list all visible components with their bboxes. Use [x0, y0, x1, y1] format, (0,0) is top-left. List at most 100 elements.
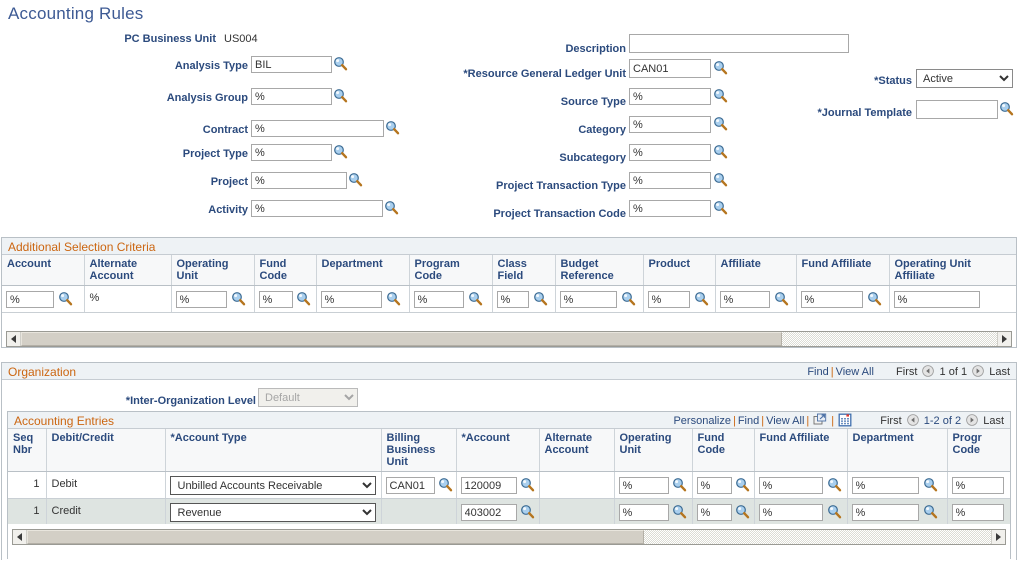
lookup-ae-operating-unit-icon[interactable]	[672, 477, 687, 492]
lookup-ae-department-icon[interactable]	[923, 504, 938, 519]
input-analysis-group[interactable]	[251, 88, 332, 105]
input-activity[interactable]	[251, 200, 383, 217]
lookup-analysis-group-icon[interactable]	[333, 88, 348, 103]
input-criteria-budget-reference[interactable]	[559, 291, 617, 308]
lookup-category-icon[interactable]	[713, 116, 728, 131]
hscroll-left-button[interactable]	[13, 530, 27, 544]
hscroll-right-button[interactable]	[997, 332, 1011, 346]
lookup-criteria-class-field-icon[interactable]	[533, 291, 548, 306]
lookup-ae-account-icon[interactable]	[520, 504, 535, 519]
lookup-ae-department-icon[interactable]	[923, 477, 938, 492]
input-analysis-type[interactable]	[251, 56, 332, 73]
hscroll-thumb[interactable]	[27, 530, 644, 544]
input-criteria-product[interactable]	[647, 291, 690, 308]
lookup-criteria-product-icon[interactable]	[694, 291, 709, 306]
input-criteria-affiliate[interactable]	[719, 291, 770, 308]
input-ae-department[interactable]	[851, 477, 919, 494]
accounting-entries-last-label[interactable]: Last	[983, 415, 1004, 427]
lookup-criteria-budget-reference-icon[interactable]	[621, 291, 636, 306]
organization-first-label[interactable]: First	[896, 366, 917, 378]
input-ae-program-code[interactable]	[951, 504, 1004, 521]
lookup-journal-template-icon[interactable]	[999, 101, 1014, 116]
lookup-project-transaction-code-icon[interactable]	[713, 200, 728, 215]
input-ae-fund-code[interactable]	[696, 477, 732, 494]
lookup-analysis-type-icon[interactable]	[333, 56, 348, 71]
hscroll-left-button[interactable]	[7, 332, 21, 346]
lookup-ae-account-icon[interactable]	[520, 477, 535, 492]
additional-criteria-hscrollbar[interactable]	[6, 331, 1012, 347]
lookup-criteria-program-code-icon[interactable]	[468, 291, 483, 306]
input-criteria-fund-affiliate[interactable]	[800, 291, 863, 308]
accounting-entries-hscrollbar[interactable]	[12, 529, 1006, 545]
lookup-ae-fund-affiliate-icon[interactable]	[827, 477, 842, 492]
input-ae-fund-affiliate[interactable]	[758, 504, 823, 521]
download-spreadsheet-icon[interactable]	[838, 413, 852, 427]
input-project-type[interactable]	[251, 144, 332, 161]
input-ae-account[interactable]	[460, 504, 517, 521]
input-description[interactable]	[629, 34, 849, 53]
lookup-project-type-icon[interactable]	[333, 144, 348, 159]
lookup-ae-fund-affiliate-icon[interactable]	[827, 504, 842, 519]
accounting-entries-first-label[interactable]: First	[880, 415, 901, 427]
accounting-entries-next-icon[interactable]	[966, 414, 978, 426]
lookup-subcategory-icon[interactable]	[713, 144, 728, 159]
organization-view-all-link[interactable]: View All	[836, 366, 874, 378]
input-source-type[interactable]	[629, 88, 711, 105]
lookup-project-transaction-type-icon[interactable]	[713, 172, 728, 187]
lookup-criteria-department-icon[interactable]	[386, 291, 401, 306]
input-contract[interactable]	[251, 120, 384, 137]
accounting-entries-prev-icon[interactable]	[906, 414, 919, 426]
select-inter-organization-level[interactable]: Default	[258, 388, 358, 407]
lookup-activity-icon[interactable]	[384, 200, 399, 215]
organization-find-link[interactable]: Find	[807, 366, 828, 378]
input-ae-account[interactable]	[460, 477, 517, 494]
input-criteria-operating-unit[interactable]	[175, 291, 227, 308]
input-criteria-program-code[interactable]	[413, 291, 464, 308]
lookup-source-type-icon[interactable]	[713, 88, 728, 103]
input-journal-template[interactable]	[916, 100, 998, 119]
lookup-criteria-affiliate-icon[interactable]	[774, 291, 789, 306]
lookup-ae-operating-unit-icon[interactable]	[672, 504, 687, 519]
select-status[interactable]: ActiveInactive	[916, 69, 1013, 88]
input-criteria-class-field[interactable]	[496, 291, 529, 308]
input-ae-operating-unit[interactable]	[618, 504, 669, 521]
lookup-criteria-fund-code-icon[interactable]	[296, 291, 311, 306]
hscroll-right-button[interactable]	[991, 530, 1005, 544]
input-project[interactable]	[251, 172, 347, 189]
accounting-entries-find-link[interactable]: Find	[738, 415, 759, 427]
select-account-type[interactable]: Unbilled Accounts ReceivableRevenue	[169, 503, 376, 522]
lookup-ae-fund-code-icon[interactable]	[735, 477, 750, 492]
input-billing-business-unit[interactable]	[385, 477, 435, 494]
lookup-criteria-operating-unit-icon[interactable]	[231, 291, 246, 306]
accounting-entries-page-counter[interactable]: 1-2 of 2	[924, 415, 961, 427]
select-account-type[interactable]: Unbilled Accounts ReceivableRevenue	[169, 476, 376, 495]
accounting-entries-personalize-link[interactable]: Personalize	[673, 415, 730, 427]
input-criteria-account[interactable]	[6, 291, 54, 308]
input-criteria-department[interactable]	[320, 291, 382, 308]
input-resource-general-ledger-unit[interactable]	[629, 59, 711, 78]
lookup-project-icon[interactable]	[348, 172, 363, 187]
lookup-contract-icon[interactable]	[385, 120, 400, 135]
input-project-transaction-code[interactable]	[629, 200, 711, 217]
input-ae-fund-affiliate[interactable]	[758, 477, 823, 494]
input-ae-operating-unit[interactable]	[618, 477, 669, 494]
organization-last-label[interactable]: Last	[989, 366, 1010, 378]
lookup-billing-business-unit-icon[interactable]	[438, 477, 453, 492]
expand-grid-icon[interactable]	[813, 413, 827, 427]
lookup-resource-general-ledger-unit-icon[interactable]	[713, 60, 728, 75]
input-project-transaction-type[interactable]	[629, 172, 711, 189]
lookup-ae-fund-code-icon[interactable]	[735, 504, 750, 519]
input-category[interactable]	[629, 116, 711, 133]
input-ae-fund-code[interactable]	[696, 504, 732, 521]
hscroll-thumb[interactable]	[21, 332, 783, 346]
accounting-entries-view-all-link[interactable]: View All	[766, 415, 804, 427]
input-criteria-fund-code[interactable]	[258, 291, 293, 308]
input-subcategory[interactable]	[629, 144, 711, 161]
hscroll-track[interactable]	[21, 332, 997, 346]
lookup-criteria-account-icon[interactable]	[58, 291, 73, 306]
lookup-criteria-fund-affiliate-icon[interactable]	[867, 291, 882, 306]
hscroll-track[interactable]	[27, 530, 991, 544]
input-ae-department[interactable]	[851, 504, 919, 521]
input-criteria-operating-unit-affiliate[interactable]	[893, 291, 980, 308]
organization-prev-icon[interactable]	[922, 365, 935, 377]
